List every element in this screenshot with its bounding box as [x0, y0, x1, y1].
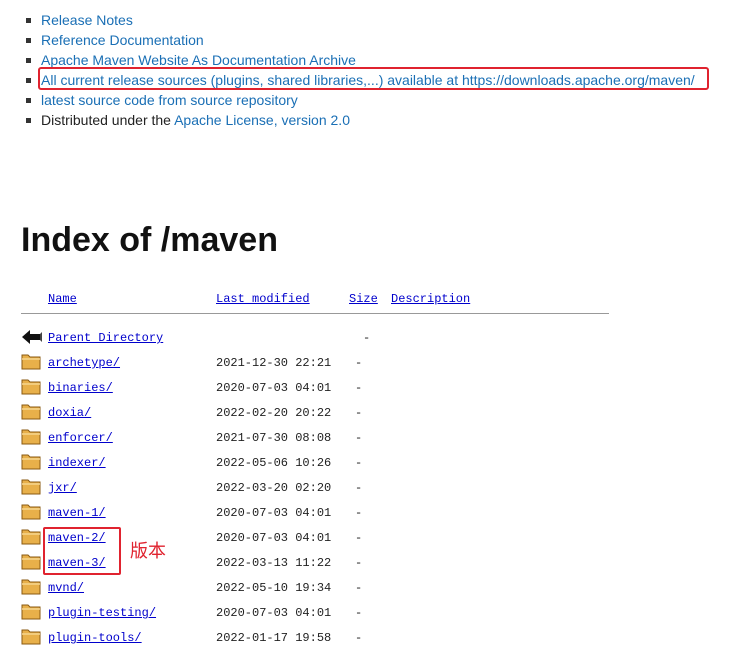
modified-cell: 2022-03-20 02:20 — [216, 481, 332, 495]
folder-icon — [21, 377, 41, 395]
directory-link[interactable]: mvnd/ — [48, 581, 84, 595]
directory-row: jxr/2022-03-20 02:20 - — [0, 477, 740, 499]
sort-by-modified-link[interactable]: Last modified — [216, 291, 310, 307]
folder-icon — [21, 577, 41, 595]
directory-link[interactable]: indexer/ — [48, 456, 106, 470]
directory-row: doxia/2022-02-20 20:22 - — [0, 402, 740, 424]
folder-icon — [21, 352, 41, 370]
size-cell: - — [355, 531, 363, 545]
directory-row: mvnd/2022-05-10 19:34 - — [0, 577, 740, 599]
directory-link[interactable]: jxr/ — [48, 481, 77, 495]
size-cell: - — [363, 331, 371, 345]
directory-row: plugin-testing/2020-07-03 04:01 - — [0, 602, 740, 624]
modified-cell: 2022-01-17 19:58 — [216, 631, 332, 645]
folder-icon — [21, 427, 41, 445]
modified-cell: 2020-07-03 04:01 — [216, 606, 332, 620]
version-annotation: 版本 — [130, 541, 166, 562]
size-cell: - — [355, 581, 363, 595]
directory-row: maven-1/2020-07-03 04:01 - — [0, 502, 740, 524]
directory-row: binaries/2020-07-03 04:01 - — [0, 377, 740, 399]
directory-link[interactable]: maven-1/ — [48, 506, 106, 520]
directory-link[interactable]: plugin-tools/ — [48, 631, 142, 645]
folder-icon — [21, 502, 41, 520]
sort-by-size-link[interactable]: Size — [349, 291, 378, 307]
modified-cell: 2020-07-03 04:01 — [216, 531, 332, 545]
size-cell: - — [355, 456, 363, 470]
parent-directory-row: Parent Directory - — [0, 327, 740, 349]
sort-by-description-link[interactable]: Description — [391, 291, 470, 307]
parent-directory-link[interactable]: Parent Directory — [48, 331, 163, 345]
modified-cell: 2022-05-06 10:26 — [216, 456, 332, 470]
size-cell: - — [355, 406, 363, 420]
size-cell: - — [355, 356, 363, 370]
header-divider — [21, 313, 609, 314]
directory-link[interactable]: doxia/ — [48, 406, 91, 420]
size-cell: - — [355, 556, 363, 570]
directory-link[interactable]: archetype/ — [48, 356, 120, 370]
directory-row: indexer/2022-05-06 10:26 - — [0, 452, 740, 474]
folder-icon — [21, 452, 41, 470]
size-cell: - — [355, 481, 363, 495]
modified-cell: 2020-07-03 04:01 — [216, 506, 332, 520]
folder-icon — [21, 627, 41, 645]
back-arrow-icon — [21, 327, 42, 345]
modified-cell: 2021-12-30 22:21 — [216, 356, 332, 370]
directory-link[interactable]: binaries/ — [48, 381, 113, 395]
modified-cell: 2021-07-30 08:08 — [216, 431, 332, 445]
folder-icon — [21, 552, 41, 570]
folder-icon — [21, 527, 41, 545]
modified-cell: 2022-03-13 11:22 — [216, 556, 332, 570]
directory-row: archetype/2021-12-30 22:21 - — [0, 352, 740, 374]
modified-cell: 2022-02-20 20:22 — [216, 406, 332, 420]
size-cell: - — [355, 606, 363, 620]
size-cell: - — [355, 381, 363, 395]
size-cell: - — [355, 431, 363, 445]
directory-listing: Name Last modified Size Description Pare… — [0, 0, 740, 646]
modified-cell: 2020-07-03 04:01 — [216, 381, 332, 395]
version-highlight-box — [43, 527, 121, 575]
sort-by-name-link[interactable]: Name — [48, 291, 77, 307]
folder-icon — [21, 402, 41, 420]
size-cell: - — [355, 506, 363, 520]
folder-icon — [21, 602, 41, 620]
directory-row: enforcer/2021-07-30 08:08 - — [0, 427, 740, 449]
size-cell: - — [355, 631, 363, 645]
folder-icon — [21, 477, 41, 495]
directory-link[interactable]: enforcer/ — [48, 431, 113, 445]
modified-cell: 2022-05-10 19:34 — [216, 581, 332, 595]
directory-link[interactable]: plugin-testing/ — [48, 606, 156, 620]
